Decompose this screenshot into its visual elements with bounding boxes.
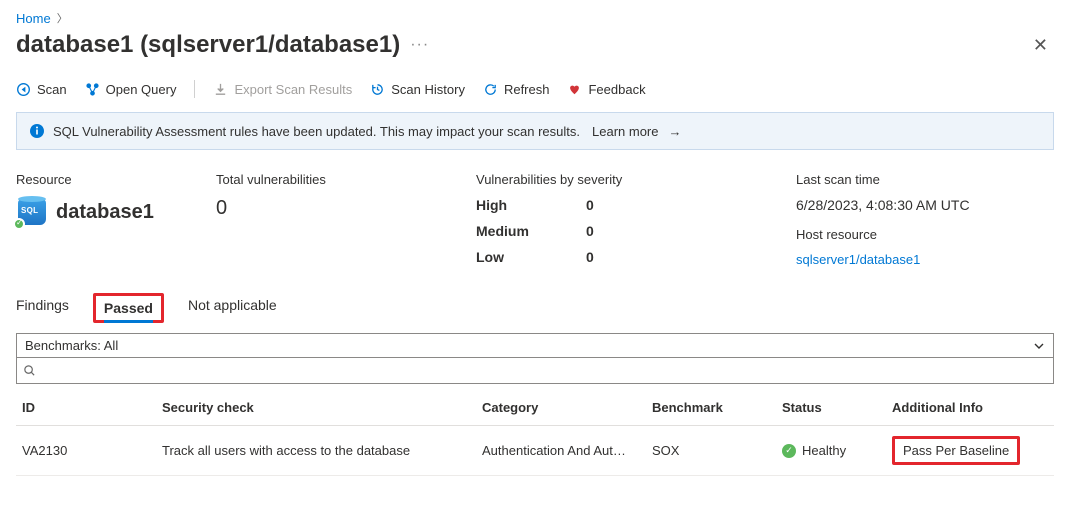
open-query-label: Open Query: [106, 82, 177, 97]
cell-additional-info: Pass Per Baseline: [886, 426, 1054, 476]
col-category[interactable]: Category: [476, 392, 646, 426]
chevron-down-icon: [1033, 340, 1045, 352]
total-vuln-label: Total vulnerabilities: [216, 172, 476, 187]
last-scan-label: Last scan time: [796, 172, 1054, 187]
banner-text: SQL Vulnerability Assessment rules have …: [53, 124, 580, 139]
heart-icon: [567, 82, 582, 97]
cell-security-check: Track all users with access to the datab…: [156, 426, 476, 476]
sev-low-label: Low: [476, 249, 586, 265]
scan-icon: [16, 82, 31, 97]
page-title: database1 (sqlserver1/database1): [16, 31, 400, 59]
host-resource-label: Host resource: [796, 227, 1054, 242]
breadcrumb: Home 〉: [16, 10, 1054, 26]
more-actions-button[interactable]: ···: [410, 36, 429, 54]
refresh-icon: [483, 82, 498, 97]
table-row[interactable]: VA2130 Track all users with access to th…: [16, 426, 1054, 476]
highlight-passed-tab: Passed: [93, 293, 164, 323]
learn-more-link[interactable]: Learn more: [592, 124, 658, 139]
feedback-label: Feedback: [588, 82, 645, 97]
tab-passed[interactable]: Passed: [104, 300, 153, 323]
tab-not-applicable[interactable]: Not applicable: [188, 297, 277, 319]
command-bar: Scan Open Query Export Scan Results Scan…: [16, 80, 1054, 106]
refresh-label: Refresh: [504, 82, 550, 97]
breadcrumb-home[interactable]: Home: [16, 11, 51, 26]
scan-button[interactable]: Scan: [16, 82, 67, 97]
close-button[interactable]: ✕: [1027, 30, 1054, 60]
last-scan-value: 6/28/2023, 4:08:30 AM UTC: [796, 197, 1054, 213]
col-additional-info[interactable]: Additional Info: [886, 392, 1054, 426]
open-query-button[interactable]: Open Query: [85, 82, 177, 97]
history-icon: [370, 82, 385, 97]
sev-high-value: 0: [586, 197, 796, 213]
search-box[interactable]: [16, 358, 1054, 384]
benchmarks-filter[interactable]: Benchmarks: All: [16, 333, 1054, 358]
status-healthy-icon: [782, 444, 796, 458]
sev-medium-value: 0: [586, 223, 796, 239]
results-table: ID Security check Category Benchmark Sta…: [16, 392, 1054, 476]
total-vuln-value: 0: [216, 197, 476, 220]
search-icon: [23, 364, 36, 377]
export-label: Export Scan Results: [234, 82, 352, 97]
col-id[interactable]: ID: [16, 392, 156, 426]
history-label: Scan History: [391, 82, 465, 97]
status-text: Healthy: [802, 443, 846, 458]
sev-low-value: 0: [586, 249, 796, 265]
feedback-button[interactable]: Feedback: [567, 82, 645, 97]
arrow-right-icon: →: [669, 124, 682, 139]
host-resource-link[interactable]: sqlserver1/database1: [796, 252, 920, 267]
additional-info-text: Pass Per Baseline: [903, 443, 1009, 458]
highlight-additional-info: Pass Per Baseline: [892, 436, 1020, 465]
resource-name: database1: [56, 201, 154, 224]
col-benchmark[interactable]: Benchmark: [646, 392, 776, 426]
sev-medium-label: Medium: [476, 223, 586, 239]
refresh-button[interactable]: Refresh: [483, 82, 550, 97]
tab-findings[interactable]: Findings: [16, 297, 69, 319]
info-banner: SQL Vulnerability Assessment rules have …: [16, 112, 1054, 150]
download-icon: [213, 82, 228, 97]
benchmarks-filter-label: Benchmarks: All: [25, 338, 118, 353]
export-button: Export Scan Results: [213, 82, 352, 97]
sql-database-icon: SQL: [16, 197, 48, 227]
sev-high-label: High: [476, 197, 586, 213]
resource-label: Resource: [16, 172, 216, 187]
query-icon: [85, 82, 100, 97]
cell-status: Healthy: [776, 426, 886, 476]
scan-label: Scan: [37, 82, 67, 97]
col-security-check[interactable]: Security check: [156, 392, 476, 426]
results-tabs: Findings Passed Not applicable: [16, 293, 1054, 323]
col-status[interactable]: Status: [776, 392, 886, 426]
toolbar-separator: [194, 80, 195, 98]
scan-history-button[interactable]: Scan History: [370, 82, 465, 97]
chevron-right-icon: 〉: [57, 10, 68, 26]
cell-id: VA2130: [16, 426, 156, 476]
info-icon: [29, 123, 45, 139]
search-input[interactable]: [36, 361, 1047, 380]
cell-benchmark: SOX: [646, 426, 776, 476]
severity-label: Vulnerabilities by severity: [476, 172, 796, 187]
cell-category: Authentication And Aut…: [476, 426, 646, 476]
